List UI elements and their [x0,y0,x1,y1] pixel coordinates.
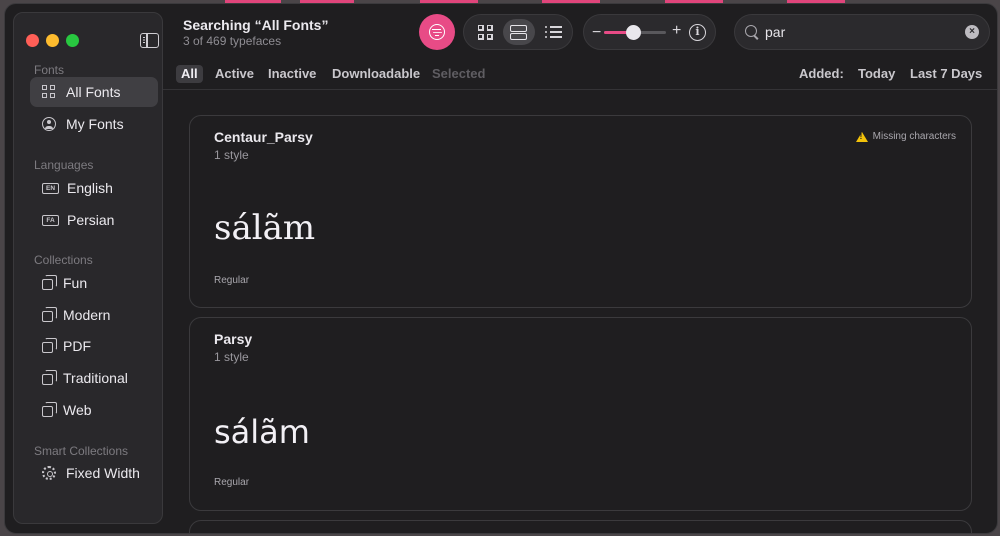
font-sample-text: sálãm [214,208,316,248]
sidebar-item-english[interactable]: EN English [30,173,158,203]
filter-bar: All Active Inactive Downloadable Selecte… [163,64,997,88]
preview-size-slider[interactable] [604,25,666,40]
collection-icon [42,370,57,385]
sidebar-item-web[interactable]: Web [30,395,158,425]
sidebar-item-modern[interactable]: Modern [30,300,158,330]
search-input[interactable] [765,22,955,42]
zoom-button[interactable] [66,34,79,47]
sidebar-item-label: Web [63,402,92,418]
toolbar-divider [163,89,997,90]
grid-view-icon [477,24,493,40]
warning-icon [855,131,868,142]
filter-icon [429,24,445,40]
window-subtitle: 3 of 469 typefaces [183,34,282,48]
sidebar-item-label: Modern [63,307,111,323]
filter-tab-downloadable[interactable]: Downloadable [332,65,420,83]
section-heading-fonts: Fonts [34,63,65,77]
font-style-name: Regular [214,477,250,488]
sidebar-item-all-fonts[interactable]: All Fonts [30,77,158,107]
sidebar-item-my-fonts[interactable]: My Fonts [30,109,158,139]
increase-size-button[interactable]: + [672,22,681,40]
sidebar-item-label: Persian [67,212,115,228]
sidebar-item-persian[interactable]: FA Persian [30,205,158,235]
section-heading-collections: Collections [34,253,93,267]
minimize-button[interactable] [46,34,59,47]
close-button[interactable] [26,34,39,47]
sidebar: Fonts All Fonts My Fonts Languages EN En… [13,12,163,524]
sidebar-item-label: My Fonts [66,116,124,132]
grid-view-button[interactable] [469,19,501,45]
section-heading-smart-collections: Smart Collections [34,444,129,458]
filter-tab-inactive[interactable]: Inactive [268,65,316,83]
collection-icon [42,307,57,322]
added-filter-today[interactable]: Today [858,65,895,83]
font-card-parsy[interactable]: Parsy 1 style sálãm Regular [189,317,972,511]
font-style-count: 1 style [214,148,249,162]
warning-text: Missing characters [872,131,956,142]
clear-search-icon[interactable]: × [965,25,979,39]
font-card-partial[interactable] [189,520,972,533]
sidebar-item-label: Traditional [63,370,128,386]
sidebar-toggle-icon[interactable] [140,33,159,48]
sidebar-item-fixed-width[interactable]: Fixed Width [30,458,158,488]
filter-tab-active[interactable]: Active [215,65,254,83]
search-icon [745,25,757,37]
filter-button[interactable] [419,14,455,50]
collection-icon [42,275,57,290]
sidebar-item-fun[interactable]: Fun [30,268,158,298]
font-family-name: Centaur_Parsy [214,129,313,145]
filter-tab-all[interactable]: All [176,65,203,83]
sidebar-item-label: English [67,180,113,196]
decrease-size-button[interactable]: − [592,24,601,42]
sidebar-item-label: Fun [63,275,88,291]
font-sample-text: sálãm [214,413,310,451]
sidebar-item-label: All Fonts [66,84,121,100]
search-field: × [734,14,990,50]
section-heading-languages: Languages [34,158,94,172]
language-badge-icon: EN [42,182,59,194]
font-style-count: 1 style [214,350,249,364]
window-title: Searching “All Fonts” [183,17,329,33]
collection-icon [42,402,57,417]
missing-characters-warning: Missing characters [855,131,956,142]
view-mode-segmented-control [463,14,573,50]
info-icon[interactable]: i [689,24,706,41]
collection-icon [42,338,57,353]
font-family-name: Parsy [214,331,253,347]
preview-size-control: − + i [583,14,716,50]
slider-knob[interactable] [626,25,642,40]
sidebar-item-traditional[interactable]: Traditional [30,363,158,393]
list-view-icon [544,25,562,39]
strip-view-button[interactable] [503,19,535,45]
filter-tab-selected[interactable]: Selected [432,65,485,83]
sidebar-item-pdf[interactable]: PDF [30,331,158,361]
added-label: Added: [799,66,844,81]
font-style-name: Regular [214,275,250,286]
added-filter-last-7-days[interactable]: Last 7 Days [910,65,982,83]
list-view-button[interactable] [537,19,569,45]
gear-icon [42,466,56,480]
sidebar-item-label: PDF [63,338,91,354]
grid-icon [42,85,56,99]
language-badge-icon: FA [42,214,59,226]
font-book-window: Fonts All Fonts My Fonts Languages EN En… [4,3,998,534]
strip-view-icon [510,24,528,40]
font-card-centaur-parsy[interactable]: Centaur_Parsy 1 style Missing characters… [189,115,972,308]
person-circle-icon [42,117,56,131]
sidebar-item-label: Fixed Width [66,465,140,481]
